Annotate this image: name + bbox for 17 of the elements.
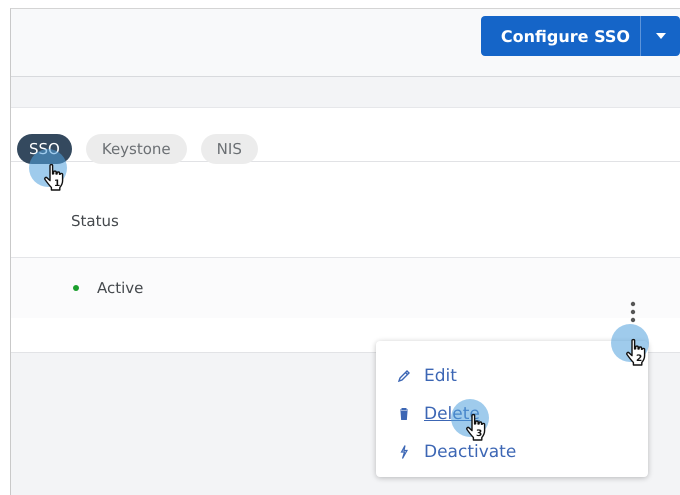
menu-item[interactable]: Edit xyxy=(396,361,648,391)
status-text: Active xyxy=(97,279,144,297)
configure-sso-button[interactable]: Configure SSO xyxy=(480,16,640,56)
more-options-icon[interactable] xyxy=(630,301,636,323)
menu-item[interactable]: Deactivate xyxy=(396,437,648,467)
edit-icon xyxy=(396,368,412,384)
dropdown-button[interactable] xyxy=(640,16,680,56)
filter-tab[interactable]: SSO xyxy=(17,134,72,164)
step-number: 2 xyxy=(636,354,642,364)
filter-tab[interactable]: NIS xyxy=(200,134,258,164)
step-number: 1 xyxy=(54,179,60,189)
hand-cursor-icon xyxy=(43,163,65,191)
caret-icon xyxy=(656,33,666,39)
column-header: Status xyxy=(71,212,119,230)
filter-tab[interactable]: Keystone xyxy=(86,134,187,164)
menu-item[interactable]: Delete xyxy=(396,399,648,429)
step-number: 3 xyxy=(476,429,482,439)
